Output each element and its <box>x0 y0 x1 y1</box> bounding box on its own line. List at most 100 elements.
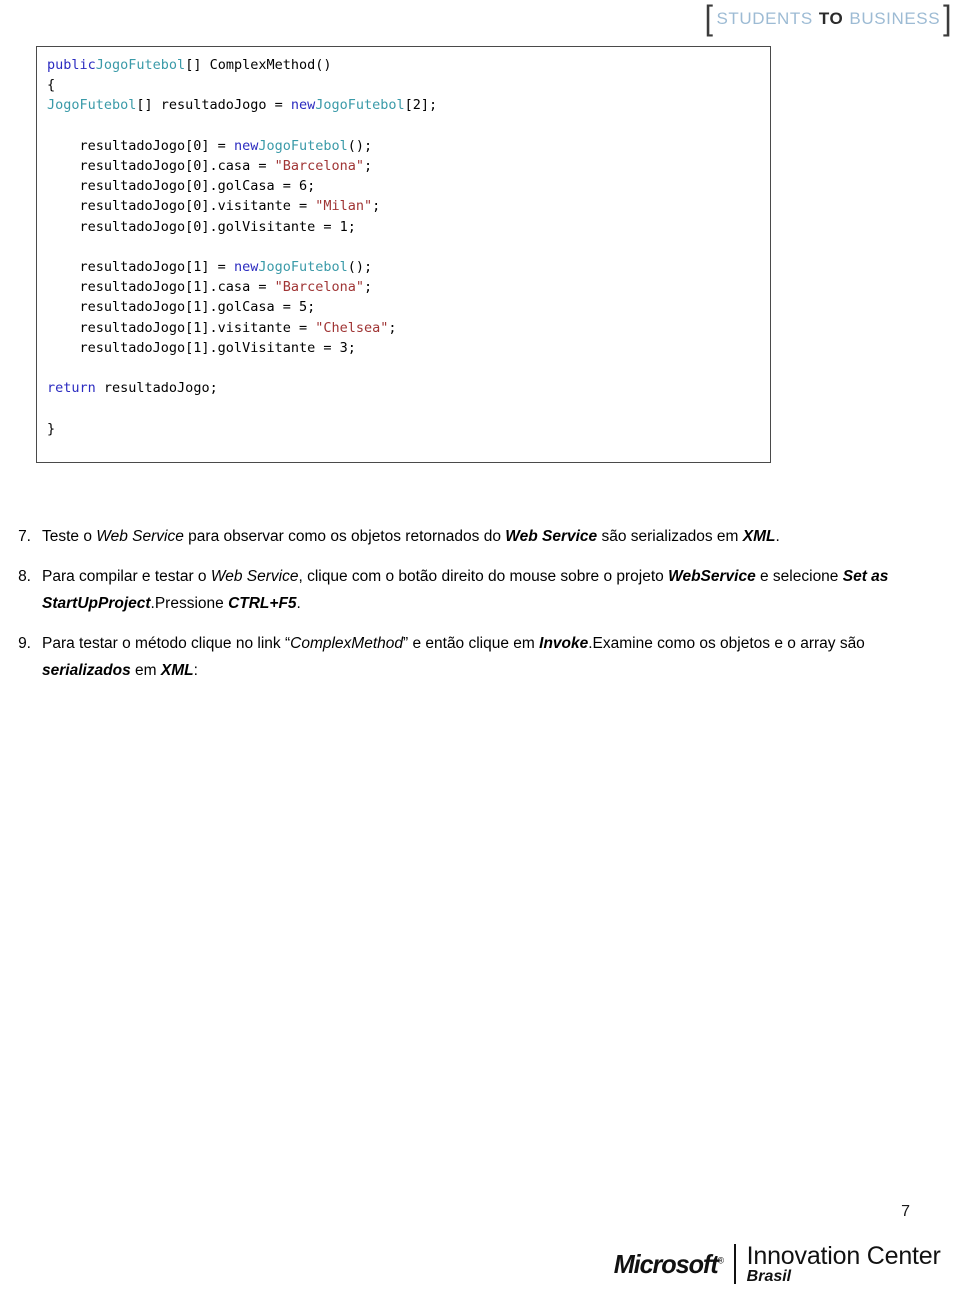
code-token: "Barcelona" <box>274 279 364 296</box>
code-token: public <box>47 57 96 73</box>
text-run: CTRL+F5 <box>228 595 297 612</box>
microsoft-text: Microsoft <box>613 1248 719 1279</box>
text-run: : <box>193 662 198 679</box>
text-run: Teste o <box>42 528 97 545</box>
code-line: resultadoJogo[1].golCasa = 5; <box>47 297 770 317</box>
code-token: JogoFutebol <box>258 259 348 276</box>
code-token: "Chelsea" <box>315 319 389 336</box>
text-run: ComplexMethod <box>290 635 403 652</box>
code-token: resultadoJogo[1].casa = <box>47 279 275 296</box>
text-run: . <box>296 595 301 612</box>
code-line: } <box>47 419 770 439</box>
text-run: e selecione <box>755 568 843 585</box>
registered-mark-icon: ® <box>717 1254 724 1265</box>
code-line: resultadoJogo[1] = newJogoFutebol(); <box>47 257 770 277</box>
innovation-center-wordmark: Innovation Center Brasil <box>747 1243 941 1286</box>
text-run: para observar como os objetos retornados… <box>183 528 506 545</box>
code-snippet-block: publicJogoFutebol[] ComplexMethod(){Jogo… <box>36 46 771 463</box>
logo-word-business: BUSINESS <box>849 9 941 28</box>
code-token: { <box>47 77 56 94</box>
step-number: 7. <box>18 528 31 545</box>
code-token: [] resultadoJogo = <box>136 97 291 114</box>
step-number: 8. <box>18 568 31 585</box>
code-token: resultadoJogo[0].casa = <box>47 158 275 175</box>
step-text: Para compilar e testar o Web Service, cl… <box>42 563 932 617</box>
code-token: ; <box>372 198 381 215</box>
code-line: JogoFutebol[] resultadoJogo = newJogoFut… <box>47 95 770 115</box>
text-run: .Pressione <box>150 595 229 612</box>
instruction-steps-list: 7. Teste o Web Service para observar como… <box>12 523 932 697</box>
code-token: new <box>233 259 259 276</box>
code-token: resultadoJogo; <box>95 380 218 397</box>
list-item: 9. Para testar o método clique no link “C… <box>12 630 932 684</box>
text-run: Web Service <box>210 568 299 585</box>
text-run: .Examine como os objetos e o array são <box>588 635 865 652</box>
code-token: resultadoJogo[1].golVisitante = 3; <box>47 339 356 356</box>
brasil-text: Brasil <box>746 1267 792 1285</box>
list-item: 7. Teste o Web Service para observar como… <box>12 523 932 550</box>
code-line: resultadoJogo[0].casa = "Barcelona"; <box>47 156 770 176</box>
code-line: resultadoJogo[0].golVisitante = 1; <box>47 217 770 237</box>
text-run: em <box>130 662 161 679</box>
code-token: "Milan" <box>315 198 373 215</box>
code-line: return resultadoJogo; <box>47 378 770 398</box>
code-token: (); <box>347 259 373 276</box>
step-number: 9. <box>18 635 31 652</box>
microsoft-innovation-center-logo: Microsoft® Innovation Center Brasil <box>612 1240 941 1288</box>
code-token: JogoFutebol <box>258 137 348 154</box>
logo-word-to: TO <box>818 9 844 28</box>
microsoft-wordmark: Microsoft® <box>613 1248 724 1280</box>
code-token: JogoFutebol <box>47 97 137 114</box>
code-token: (); <box>347 137 373 154</box>
students-to-business-logo: [ STUDENTS TO BUSINESS ] <box>704 0 952 38</box>
code-line: resultadoJogo[0] = newJogoFutebol(); <box>47 136 770 156</box>
logo-word-students: STUDENTS <box>716 9 813 28</box>
text-run: . <box>775 528 780 545</box>
code-token: ; <box>363 158 373 175</box>
text-run: XML <box>742 528 776 545</box>
page-number: 7 <box>901 1203 910 1220</box>
logo-divider <box>733 1244 736 1284</box>
text-run: Invoke <box>539 635 589 652</box>
code-token: new <box>290 97 316 114</box>
code-token: resultadoJogo[0] = <box>47 137 234 154</box>
code-token: resultadoJogo[0].visitante = <box>47 198 316 215</box>
code-line: resultadoJogo[0].visitante = "Milan"; <box>47 196 770 216</box>
code-line: resultadoJogo[1].casa = "Barcelona"; <box>47 277 770 297</box>
code-token: [] ComplexMethod() <box>185 57 332 73</box>
code-token: "Barcelona" <box>274 158 364 175</box>
code-line: resultadoJogo[1].visitante = "Chelsea"; <box>47 318 770 338</box>
code-token: resultadoJogo[1] = <box>47 259 234 276</box>
text-run: são serializados em <box>597 528 743 545</box>
code-token: resultadoJogo[0].golCasa = 6; <box>47 178 316 195</box>
logo-close-bracket: ] <box>943 0 952 38</box>
text-run: Web Service <box>96 528 184 545</box>
code-line: resultadoJogo[1].golVisitante = 3; <box>47 338 770 358</box>
code-token: new <box>233 137 259 154</box>
step-text: Teste o Web Service para observar como o… <box>42 523 932 550</box>
text-run: Para testar o método clique no link “ <box>42 635 291 652</box>
innovation-center-text: Innovation Center <box>746 1241 941 1270</box>
code-token: resultadoJogo[0].golVisitante = 1; <box>47 218 356 235</box>
text-run: Para compilar e testar o <box>42 568 211 585</box>
code-token: ; <box>388 319 397 336</box>
list-item: 8. Para compilar e testar o Web Service, … <box>12 563 932 617</box>
code-token: } <box>47 420 56 437</box>
code-token: [2]; <box>404 97 438 114</box>
code-token: JogoFutebol <box>315 97 405 114</box>
text-run: , clique com o botão direito do mouse so… <box>298 568 669 585</box>
code-line: { <box>47 75 770 95</box>
code-token: ; <box>363 279 373 296</box>
code-line: resultadoJogo[0].golCasa = 6; <box>47 176 770 196</box>
code-token: JogoFutebol <box>95 57 186 73</box>
text-run: serializados <box>42 662 131 679</box>
code-token: return <box>47 380 96 397</box>
text-run: XML <box>160 662 194 679</box>
logo-open-bracket: [ <box>704 0 714 38</box>
text-run: ” e então clique em <box>403 635 540 652</box>
code-token: resultadoJogo[1].golCasa = 5; <box>47 299 316 316</box>
text-run: Web Service <box>505 528 598 545</box>
